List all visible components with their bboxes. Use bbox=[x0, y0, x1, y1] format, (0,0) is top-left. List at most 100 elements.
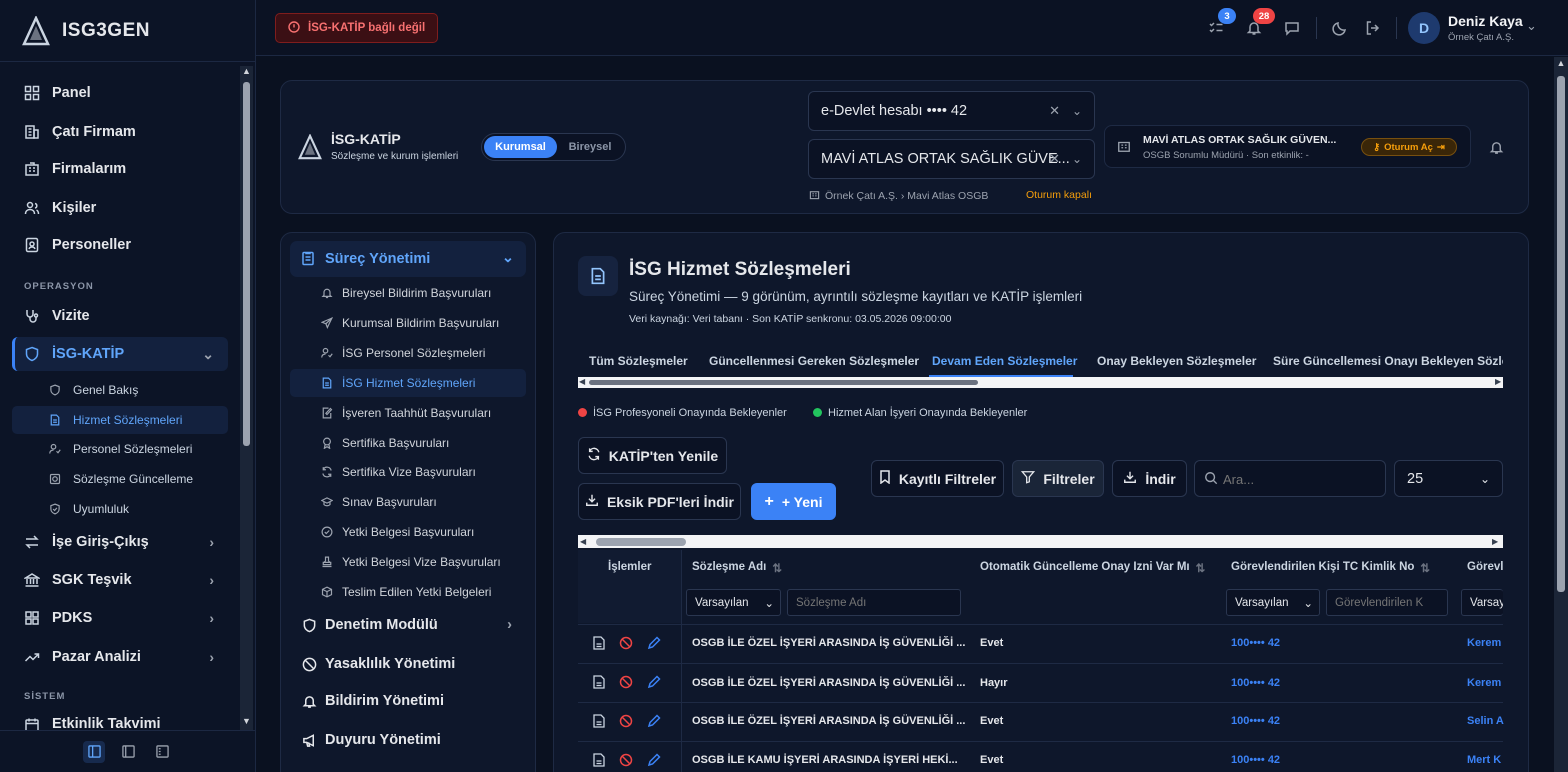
company-select[interactable]: MAVİ ATLAS ORTAK SAĞLIK GÜVE... ✕ ⌄ bbox=[808, 139, 1095, 179]
layout-sidebar-icon[interactable] bbox=[83, 740, 105, 763]
download-button[interactable]: İndir bbox=[1112, 460, 1187, 497]
ban-icon[interactable] bbox=[619, 753, 633, 770]
sort-icon[interactable]: ⇅ bbox=[1420, 561, 1430, 575]
scroll-up-arrow-icon[interactable]: ▲ bbox=[241, 66, 252, 76]
sort-icon[interactable]: ⇅ bbox=[772, 561, 782, 575]
sidebar-scroll-thumb[interactable] bbox=[243, 82, 250, 446]
scroll-down-arrow-icon[interactable]: ▼ bbox=[241, 716, 252, 726]
page-size-select[interactable]: 25 ⌄ bbox=[1394, 460, 1503, 497]
assigned-person[interactable]: Selin A bbox=[1467, 715, 1504, 727]
pdf-icon[interactable] bbox=[593, 714, 605, 731]
sidebar-item-vizite[interactable]: Vizite bbox=[12, 299, 228, 333]
sidebar-sub-hizmet-sozlesmeleri[interactable]: Hizmet Sözleşmeleri bbox=[12, 406, 228, 434]
name-filter-mode-select[interactable]: Varsayılan ⌄ bbox=[686, 589, 781, 616]
missing-pdf-button[interactable]: Eksik PDF'leri İndir bbox=[578, 483, 741, 520]
moon-icon[interactable] bbox=[1330, 18, 1350, 38]
search-input[interactable] bbox=[1223, 467, 1378, 491]
session-login-button[interactable]: ⚷ Oturum Aç ⇥ bbox=[1361, 138, 1457, 156]
katip-status-alert[interactable]: İSG-KATİP bağlı değil bbox=[275, 13, 438, 43]
menu-item-sertifika[interactable]: Sertifika Başvuruları bbox=[290, 429, 526, 457]
tab-devam-eden[interactable]: Devam Eden Sözleşmeler bbox=[932, 354, 1077, 368]
saved-filters-button[interactable]: Kayıtlı Filtreler bbox=[871, 460, 1004, 497]
menu-item-isg-hizmet[interactable]: İSG Hizmet Sözleşmeleri bbox=[290, 369, 526, 397]
chat-icon[interactable] bbox=[1282, 18, 1302, 38]
toggle-kurumsal[interactable]: Kurumsal bbox=[484, 136, 557, 158]
menu-item-bireysel-bildirim[interactable]: Bireysel Bildirim Başvuruları bbox=[290, 279, 526, 307]
sidebar-sub-genel-bakis[interactable]: Genel Bakış bbox=[12, 376, 228, 404]
name-filter-input[interactable] bbox=[787, 589, 961, 616]
sidebar-item-cati-firmam[interactable]: Çatı Firmam bbox=[12, 115, 228, 149]
scroll-left-arrow-icon[interactable]: ◀ bbox=[580, 537, 586, 546]
tab-sure-guncellemesi[interactable]: Süre Güncellemesi Onayı Bekleyen Sözleşm bbox=[1273, 354, 1503, 368]
sidebar-item-personeller[interactable]: Personeller bbox=[12, 228, 228, 262]
column-header-tc-kimlik[interactable]: Görevlendirilen Kişi TC Kimlik No ⇅ bbox=[1231, 561, 1430, 575]
pdf-icon[interactable] bbox=[593, 675, 605, 692]
tabs-scroll-thumb[interactable] bbox=[589, 380, 978, 385]
tab-guncellenmesi-gereken[interactable]: Güncellenmesi Gereken Sözleşmeler bbox=[709, 354, 919, 368]
ban-icon[interactable] bbox=[619, 636, 633, 653]
tab-onay-bekleyen[interactable]: Onay Bekleyen Sözleşmeler bbox=[1097, 354, 1256, 368]
tc-number[interactable]: 100•••• 42 bbox=[1231, 677, 1280, 689]
menu-item-teslim-edilen[interactable]: Teslim Edilen Yetki Belgeleri bbox=[290, 578, 526, 606]
menu-item-sinav[interactable]: Sınav Başvuruları bbox=[290, 488, 526, 516]
edit-pencil-icon[interactable] bbox=[647, 675, 661, 692]
sidebar-item-kisiler[interactable]: Kişiler bbox=[12, 191, 228, 225]
menu-group-yasaklilik[interactable]: Yasaklılık Yönetimi bbox=[290, 647, 526, 681]
clear-icon[interactable]: ✕ bbox=[1049, 103, 1060, 119]
table-scrollbar[interactable] bbox=[578, 535, 1503, 549]
sidebar-item-panel[interactable]: Panel bbox=[12, 76, 228, 110]
layout-mini-icon[interactable] bbox=[151, 741, 173, 763]
tc-number[interactable]: 100•••• 42 bbox=[1231, 637, 1280, 649]
tab-tum[interactable]: Tüm Sözleşmeler bbox=[589, 354, 688, 368]
tc-filter-input[interactable] bbox=[1326, 589, 1448, 616]
chevron-down-icon[interactable]: ⌄ bbox=[1072, 104, 1082, 118]
chevron-down-icon[interactable]: ⌄ bbox=[1072, 152, 1082, 166]
katip-refresh-button[interactable]: KATİP'ten Yenile bbox=[578, 437, 727, 474]
assigned-person[interactable]: Mert K bbox=[1467, 754, 1501, 766]
pdf-icon[interactable] bbox=[593, 753, 605, 770]
main-scroll-thumb[interactable] bbox=[1557, 76, 1565, 592]
sidebar-item-sgk-tesvik[interactable]: SGK Teşvik › bbox=[12, 563, 228, 597]
scroll-right-arrow-icon[interactable]: ▶ bbox=[1492, 537, 1498, 546]
sidebar-sub-uyumluluk[interactable]: Uyumluluk bbox=[12, 495, 228, 523]
column-header-otomatik-guncelleme[interactable]: Otomatik Güncelleme Onay İzni Var Mı ⇅ bbox=[980, 561, 1205, 575]
sidebar-item-ise-giris-cikis[interactable]: İşe Giriş-Çıkış › bbox=[12, 525, 228, 559]
pdf-icon[interactable] bbox=[593, 636, 605, 653]
edit-pencil-icon[interactable] bbox=[647, 753, 661, 770]
sidebar-item-firmalarim[interactable]: Firmalarım bbox=[12, 152, 228, 186]
filters-button[interactable]: Filtreler bbox=[1012, 460, 1104, 497]
tc-number[interactable]: 100•••• 42 bbox=[1231, 754, 1280, 766]
menu-group-duyuru[interactable]: Duyuru Yönetimi bbox=[290, 723, 526, 757]
menu-item-sertifika-vize[interactable]: Sertifika Vize Başvuruları bbox=[290, 458, 526, 486]
sort-icon[interactable]: ⇅ bbox=[1196, 561, 1206, 575]
sidebar-sub-sozlesme-guncelleme[interactable]: Sözleşme Güncelleme bbox=[12, 465, 228, 493]
edit-pencil-icon[interactable] bbox=[647, 714, 661, 731]
account-select[interactable]: e-Devlet hesabı •••• 42 ✕ ⌄ bbox=[808, 91, 1095, 131]
sidebar-item-pdks[interactable]: PDKS › bbox=[12, 601, 228, 635]
column-header-sozlesme-adi[interactable]: Sözleşme Adı ⇅ bbox=[692, 561, 782, 575]
sidebar-sub-personel-sozlesmeleri[interactable]: Personel Sözleşmeleri bbox=[12, 435, 228, 463]
menu-item-isveren-taahhut[interactable]: İşveren Taahhüt Başvuruları bbox=[290, 399, 526, 427]
menu-item-yetki-belgesi-vize[interactable]: Yetki Belgesi Vize Başvuruları bbox=[290, 548, 526, 576]
scroll-up-arrow-icon[interactable]: ▲ bbox=[1556, 58, 1566, 68]
clear-icon[interactable]: ✕ bbox=[1049, 151, 1060, 167]
ban-icon[interactable] bbox=[619, 714, 633, 731]
tc-number[interactable]: 100•••• 42 bbox=[1231, 715, 1280, 727]
menu-item-isg-personel[interactable]: İSG Personel Sözleşmeleri bbox=[290, 339, 526, 367]
edit-pencil-icon[interactable] bbox=[647, 636, 661, 653]
chevron-down-icon[interactable]: ⌄ bbox=[1526, 18, 1537, 34]
app-logo[interactable]: ISG3GEN bbox=[0, 0, 256, 62]
assigned-person[interactable]: Kerem bbox=[1467, 677, 1501, 689]
scroll-right-arrow-icon[interactable]: ▶ bbox=[1495, 377, 1501, 386]
person-filter-mode-select[interactable]: Varsay bbox=[1461, 589, 1503, 616]
menu-item-yetki-belgesi[interactable]: Yetki Belgesi Başvuruları bbox=[290, 518, 526, 546]
sidebar-item-pazar-analizi[interactable]: Pazar Analizi › bbox=[12, 640, 228, 674]
table-scroll-thumb[interactable] bbox=[596, 538, 686, 546]
sidebar-item-isg-katip[interactable]: İSG-KATİP ⌄ bbox=[12, 337, 228, 371]
bell-icon[interactable] bbox=[1486, 137, 1506, 157]
menu-group-bildirim[interactable]: Bildirim Yönetimi bbox=[290, 684, 526, 718]
assigned-person[interactable]: Kerem bbox=[1467, 637, 1501, 649]
scroll-left-arrow-icon[interactable]: ◀ bbox=[579, 377, 585, 386]
user-name[interactable]: Deniz Kaya bbox=[1448, 13, 1523, 29]
toggle-bireysel[interactable]: Bireysel bbox=[558, 136, 622, 158]
